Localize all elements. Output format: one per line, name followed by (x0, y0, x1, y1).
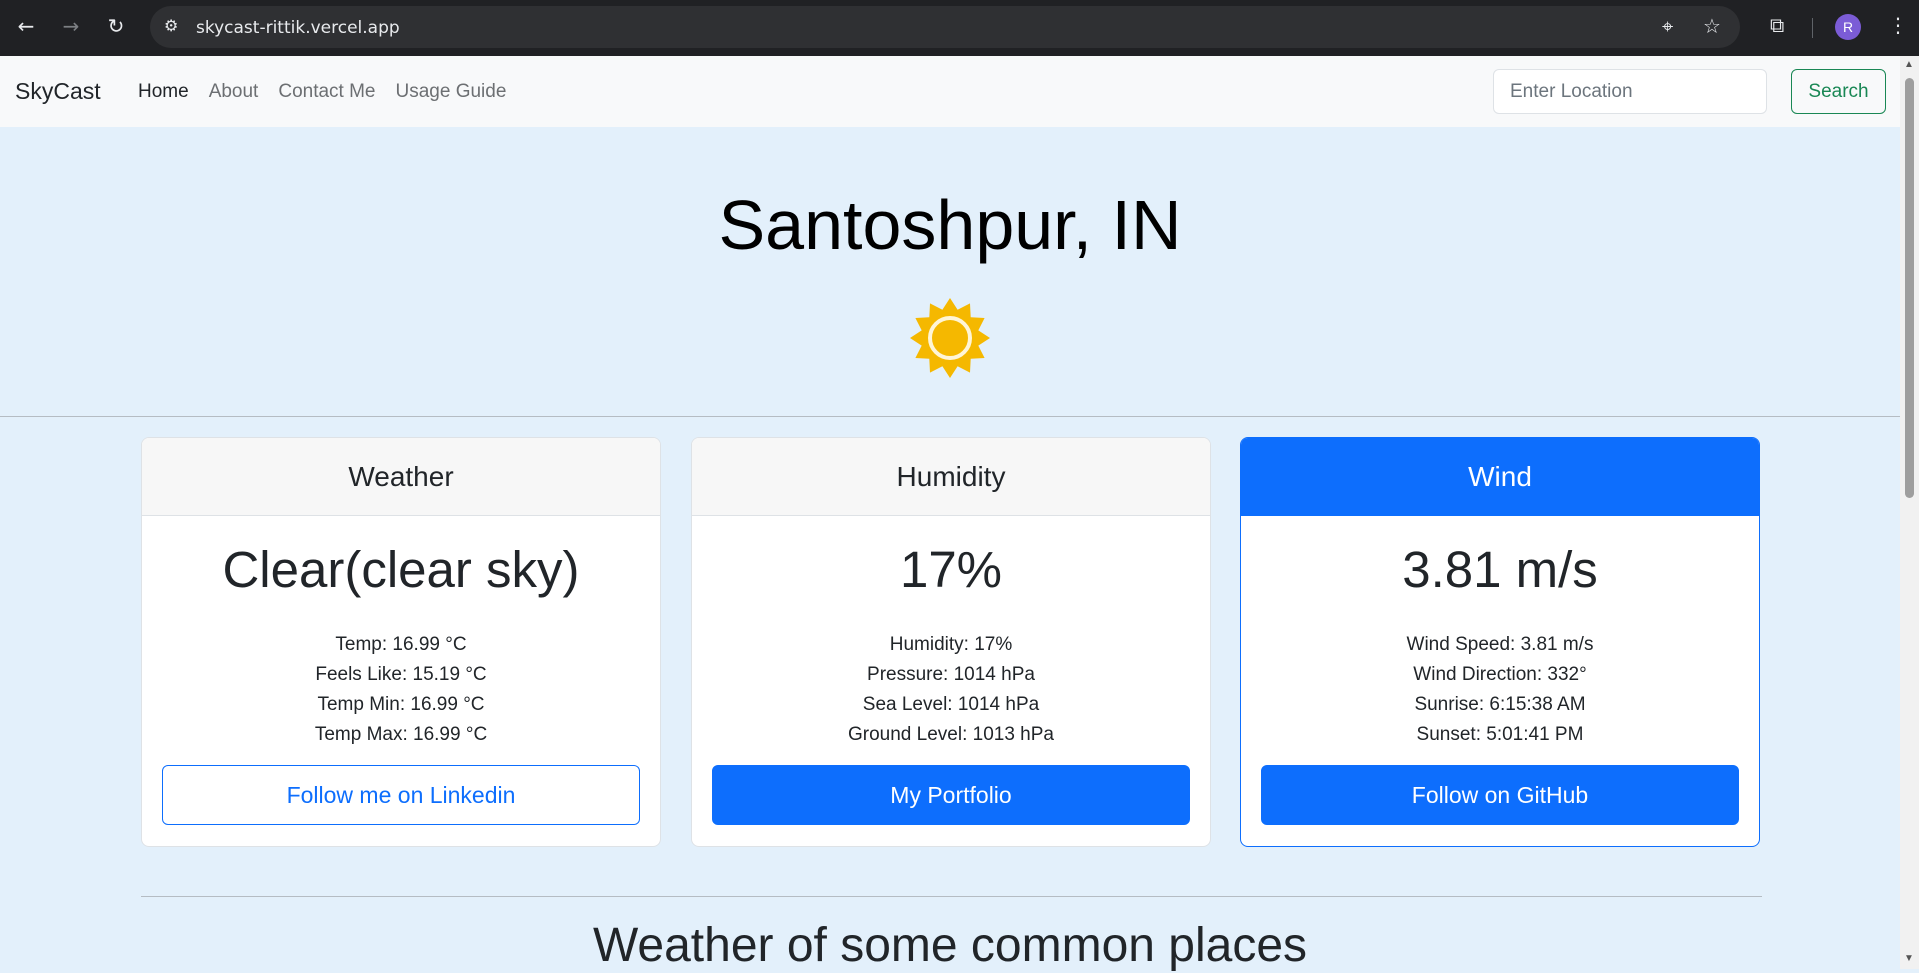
wind-direction-text: Wind Direction: 332° (1413, 664, 1587, 685)
toolbar-divider (1812, 18, 1813, 38)
app-navbar: SkyCast Home About Contact Me Usage Guid… (0, 56, 1900, 127)
brand-logo[interactable]: SkyCast (15, 78, 101, 105)
url-text[interactable]: skycast-rittik.vercel.app (196, 18, 400, 38)
weather-card: Weather Clear(clear sky) Temp: 16.99 °C … (141, 437, 661, 847)
nav-link-usage-guide[interactable]: Usage Guide (396, 81, 507, 103)
nav-link-contact[interactable]: Contact Me (278, 81, 375, 103)
linkedin-button[interactable]: Follow me on Linkedin (162, 765, 640, 825)
humidity-details: Humidity: 17% Pressure: 1014 hPa Sea Lev… (692, 630, 1210, 750)
temp-max-text: Temp Max: 16.99 °C (314, 724, 488, 745)
sun-icon (910, 298, 990, 378)
wind-card: Wind 3.81 m/s Wind Speed: 3.81 m/s Wind … (1240, 437, 1760, 847)
temp-min-text: Temp Min: 16.99 °C (317, 694, 485, 715)
humidity-card-title: Humidity (692, 438, 1210, 516)
github-button[interactable]: Follow on GitHub (1261, 765, 1739, 825)
location-icon[interactable]: ⌖ (1662, 14, 1673, 38)
scroll-up-icon[interactable]: ▲ (1904, 59, 1914, 70)
location-search-input[interactable] (1493, 69, 1767, 114)
humidity-card: Humidity 17% Humidity: 17% Pressure: 101… (691, 437, 1211, 847)
city-title: Santoshpur, IN (718, 186, 1182, 264)
weather-details: Temp: 16.99 °C Feels Like: 15.19 °C Temp… (142, 630, 660, 750)
humidity-text: Humidity: 17% (889, 634, 1013, 655)
divider (0, 416, 1900, 417)
sea-level-text: Sea Level: 1014 hPa (862, 694, 1040, 715)
portfolio-button[interactable]: My Portfolio (712, 765, 1190, 825)
wind-card-title: Wind (1241, 438, 1759, 516)
scroll-down-icon[interactable]: ▼ (1904, 953, 1914, 964)
nav-link-about[interactable]: About (209, 81, 259, 103)
extensions-icon[interactable]: ⧉ (1770, 13, 1784, 37)
search-button[interactable]: Search (1791, 69, 1886, 114)
scrollbar-thumb[interactable] (1905, 78, 1914, 498)
weather-condition: Clear(clear sky) (222, 541, 580, 598)
site-info-icon[interactable]: ⚙ (164, 16, 178, 35)
ground-level-text: Ground Level: 1013 hPa (848, 724, 1054, 745)
feels-like-text: Feels Like: 15.19 °C (315, 664, 487, 685)
wind-speed-value: 3.81 m/s (1402, 541, 1598, 598)
sunrise-text: Sunrise: 6:15:38 AM (1414, 694, 1586, 715)
pressure-text: Pressure: 1014 hPa (867, 664, 1035, 685)
nav-links: Home About Contact Me Usage Guide (138, 81, 506, 103)
page-scrollbar[interactable]: ▲ ▼ (1900, 56, 1919, 969)
reload-icon[interactable]: ↻ (104, 14, 128, 38)
more-icon[interactable]: ⋮ (1888, 13, 1908, 37)
wind-speed-text: Wind Speed: 3.81 m/s (1406, 634, 1594, 655)
nav-link-home[interactable]: Home (138, 81, 189, 103)
forward-icon[interactable]: → (59, 14, 83, 38)
common-places-heading: Weather of some common places (592, 919, 1308, 972)
humidity-value: 17% (899, 541, 1003, 598)
star-icon[interactable]: ☆ (1703, 14, 1721, 38)
back-icon[interactable]: ← (14, 14, 38, 38)
wind-details: Wind Speed: 3.81 m/s Wind Direction: 332… (1241, 630, 1759, 750)
divider (141, 896, 1762, 897)
browser-toolbar: ← → ↻ ⚙ skycast-rittik.vercel.app ⌖ ☆ ⧉ … (0, 0, 1919, 56)
weather-card-title: Weather (142, 438, 660, 516)
sunset-text: Sunset: 5:01:41 PM (1416, 724, 1584, 745)
address-bar[interactable]: ⚙ skycast-rittik.vercel.app ⌖ ☆ (150, 6, 1740, 48)
profile-avatar[interactable]: R (1835, 14, 1861, 40)
temp-text: Temp: 16.99 °C (335, 634, 467, 655)
